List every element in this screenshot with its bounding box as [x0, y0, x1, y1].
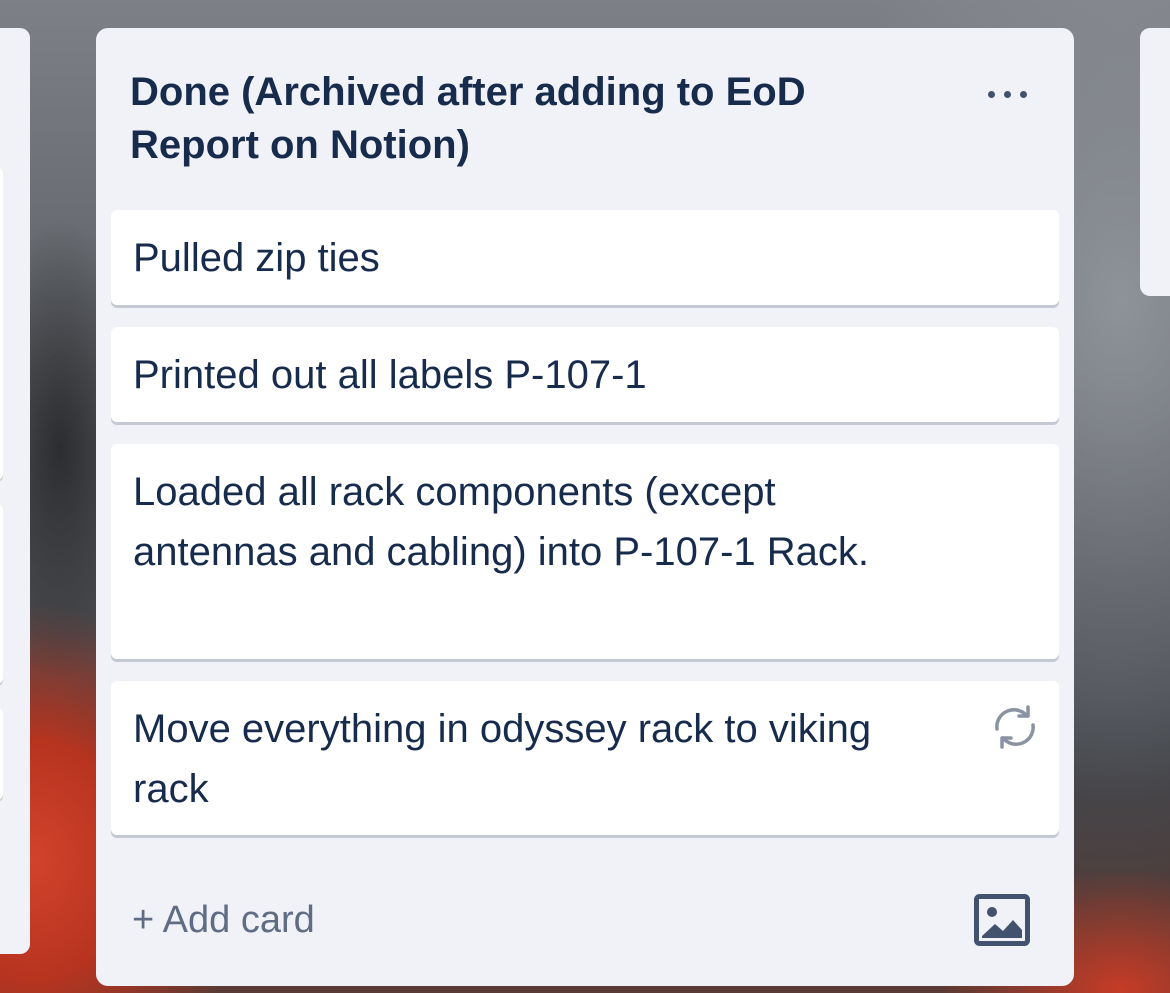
previous-list-card[interactable]: [0, 504, 3, 684]
previous-list-card[interactable]: [0, 168, 3, 480]
next-list-partial[interactable]: [1140, 28, 1170, 296]
repeat-icon: [995, 705, 1035, 749]
card-title: Loaded all rack components (except anten…: [133, 470, 870, 574]
list-menu-button[interactable]: [976, 76, 1038, 112]
card-title: Move everything in odyssey rack to vikin…: [133, 707, 872, 811]
image-template-icon[interactable]: [974, 894, 1030, 946]
card[interactable]: Pulled zip ties: [111, 210, 1059, 305]
more-horizontal-icon: [987, 90, 1027, 98]
card[interactable]: Loaded all rack components (except anten…: [111, 444, 1059, 659]
add-card-button[interactable]: + Add card: [132, 894, 315, 946]
card-title: Pulled zip ties: [133, 236, 380, 280]
previous-list-partial[interactable]: [0, 28, 30, 954]
list-done: Done (Archived after adding to EoD Repor…: [96, 28, 1074, 986]
card-title: Printed out all labels P-107-1: [133, 353, 647, 397]
card[interactable]: Move everything in odyssey rack to vikin…: [111, 681, 1059, 835]
card[interactable]: Printed out all labels P-107-1: [111, 327, 1059, 422]
list-title[interactable]: Done (Archived after adding to EoD Repor…: [130, 66, 930, 172]
previous-list-card[interactable]: [0, 708, 3, 800]
